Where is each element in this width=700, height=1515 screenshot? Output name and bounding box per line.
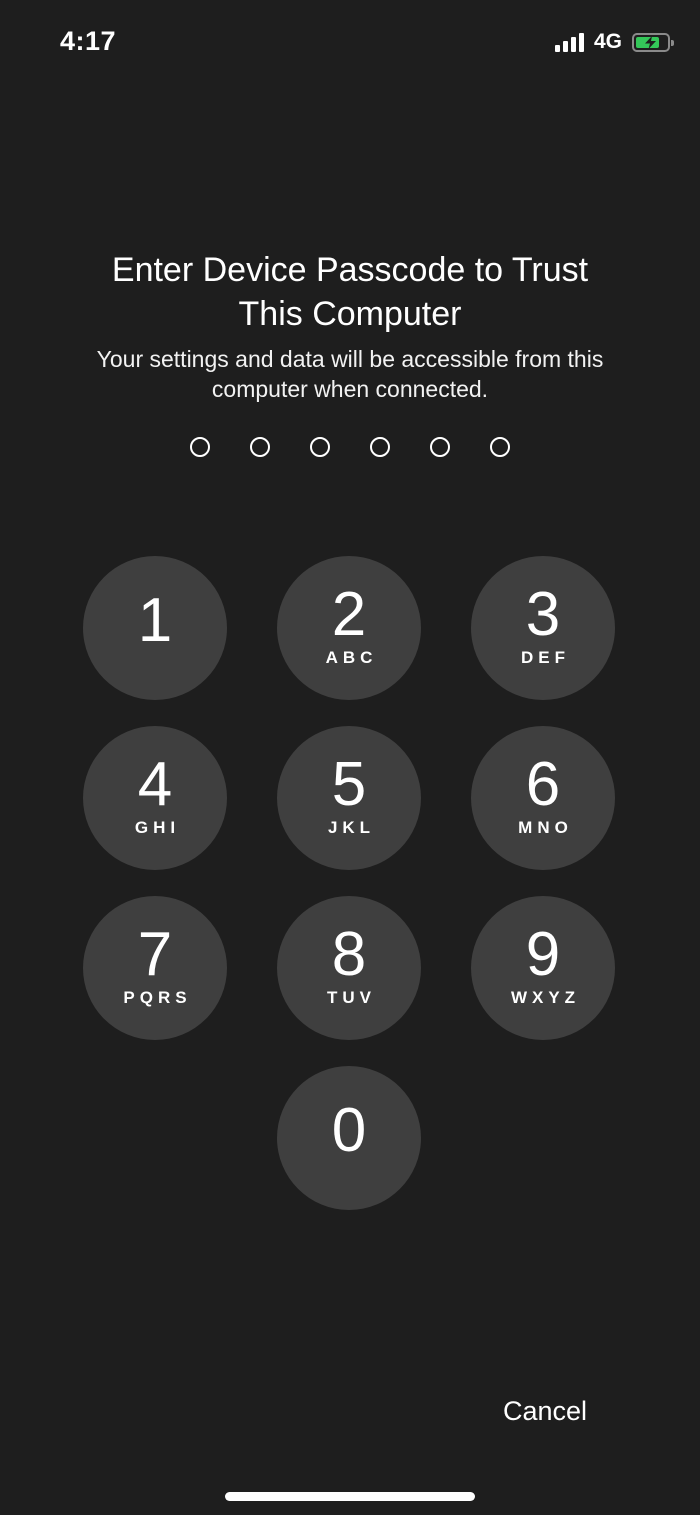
cancel-button[interactable]: Cancel	[503, 1396, 587, 1427]
charging-bolt-icon	[645, 35, 656, 49]
key-letters: TUV	[327, 988, 376, 1007]
key-digit: 5	[331, 750, 367, 819]
prompt-title-line2: This Computer	[238, 295, 462, 333]
passcode-dot	[190, 437, 210, 457]
key-5[interactable]: 5 JKL	[277, 726, 421, 870]
key-letters: ABC	[325, 648, 378, 667]
key-9[interactable]: 9 WXYZ	[471, 896, 615, 1040]
key-digit: 6	[525, 750, 561, 819]
passcode-dot	[310, 437, 330, 457]
key-letters: DEF	[521, 648, 570, 667]
passcode-dots	[0, 437, 700, 457]
home-indicator[interactable]	[225, 1492, 475, 1501]
prompt-subtitle-line2: computer when connected.	[211, 376, 489, 402]
network-type: 4G	[593, 30, 622, 53]
key-letters: MNO	[518, 818, 573, 837]
key-digit: 3	[525, 580, 561, 649]
cellular-signal-icon	[554, 32, 584, 52]
numeric-keypad: 1 2 ABC 3 DEF 4 GHI 5 JKL 6 MNO 7 PQRS 8 TUV 9 WXYZ 0	[83, 556, 616, 1210]
key-digit: 2	[331, 580, 367, 649]
key-digit: 0	[331, 1096, 367, 1165]
prompt-title-line1: Enter Device Passcode to Trust	[111, 251, 589, 289]
key-6[interactable]: 6 MNO	[471, 726, 615, 870]
passcode-dot	[490, 437, 510, 457]
key-7[interactable]: 7 PQRS	[83, 896, 227, 1040]
key-3[interactable]: 3 DEF	[471, 556, 615, 700]
key-digit: 9	[525, 920, 561, 989]
key-letters: WXYZ	[510, 988, 581, 1007]
status-indicators: 4G	[554, 30, 674, 54]
passcode-dot	[250, 437, 270, 457]
prompt-subtitle: Your settings and data will be accessibl…	[40, 344, 660, 404]
key-0[interactable]: 0	[277, 1066, 421, 1210]
key-digit: 8	[331, 920, 367, 989]
key-letters: GHI	[134, 818, 181, 837]
key-digit: 1	[137, 586, 173, 655]
key-digit: 7	[137, 920, 173, 989]
battery-charging-icon	[632, 32, 674, 52]
prompt-title: Enter Device Passcode to Trust This Comp…	[40, 248, 660, 336]
key-2[interactable]: 2 ABC	[277, 556, 421, 700]
key-letters: JKL	[327, 818, 376, 837]
key-digit: 4	[137, 750, 173, 819]
passcode-prompt: Enter Device Passcode to Trust This Comp…	[40, 248, 660, 404]
key-4[interactable]: 4 GHI	[83, 726, 227, 870]
key-1[interactable]: 1	[83, 556, 227, 700]
status-time: 4:17	[60, 26, 117, 56]
key-8[interactable]: 8 TUV	[277, 896, 421, 1040]
passcode-dot	[430, 437, 450, 457]
passcode-dot	[370, 437, 390, 457]
status-bar: 4:17 4G	[0, 0, 700, 84]
key-letters: PQRS	[123, 988, 192, 1007]
prompt-subtitle-line1: Your settings and data will be accessibl…	[96, 346, 604, 372]
